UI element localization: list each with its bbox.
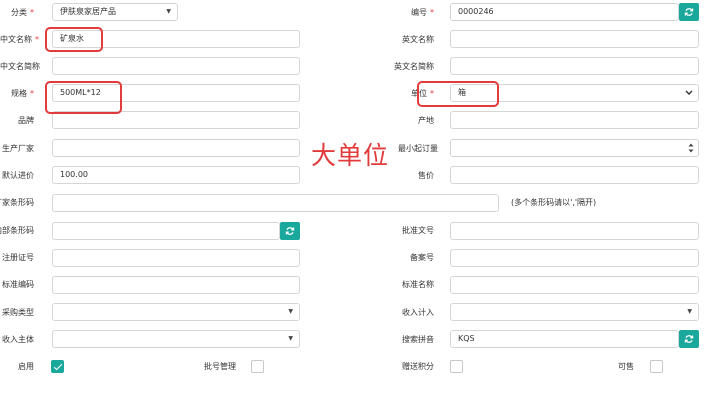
en-short-input[interactable] (450, 57, 699, 75)
sale-price-label: 售价 (418, 171, 434, 180)
category-select[interactable]: 伊肤泉家居产品 ▼ (52, 3, 178, 21)
en-name-input[interactable] (450, 30, 699, 48)
refresh-barcode-button[interactable] (280, 222, 300, 240)
factory-barcode-input[interactable] (52, 194, 499, 212)
code-label: 编号 * (411, 8, 434, 17)
cn-name-label: 中文名称 * (0, 35, 39, 44)
spinner-arrows-icon[interactable] (688, 142, 694, 154)
record-no-input[interactable] (450, 249, 699, 267)
search-pinyin-label: 搜索拼音 (402, 335, 434, 344)
refresh-icon (684, 335, 694, 343)
income-entity-select[interactable]: ▼ (52, 330, 300, 348)
code-input[interactable]: 0000246 (450, 3, 679, 21)
refresh-icon (285, 227, 295, 235)
origin-label: 产地 (418, 116, 434, 125)
income-entity-label: 收入主体 (2, 335, 34, 344)
spec-label: 规格 * (11, 89, 34, 98)
gift-points-label: 赠送积分 (402, 362, 434, 371)
en-short-label: 英文名简称 (394, 62, 434, 71)
internal-barcode-label: 内部条形码 (0, 226, 34, 235)
min-order-input[interactable] (450, 139, 699, 157)
default-price-label: 默认进价 (2, 171, 34, 180)
reg-cert-label: 注册证号 (2, 253, 34, 262)
std-code-label: 标准编码 (2, 280, 34, 289)
std-name-input[interactable] (450, 276, 699, 294)
caret-down-icon: ▼ (288, 335, 293, 342)
highlight-unit (417, 81, 499, 107)
refresh-pinyin-button[interactable] (679, 330, 699, 348)
manufacturer-input[interactable] (52, 139, 300, 157)
manufacturer-label: 生产厂家 (2, 144, 34, 153)
record-no-label: 备案号 (410, 253, 434, 262)
refresh-code-button[interactable] (679, 3, 699, 21)
chevron-down-icon (685, 90, 693, 95)
category-label: 分类 * (11, 8, 34, 17)
caret-down-icon: ▼ (166, 8, 171, 15)
brand-label: 品牌 (18, 116, 34, 125)
purchase-type-label: 采购类型 (2, 308, 34, 317)
batch-checkbox[interactable] (251, 360, 264, 373)
search-pinyin-input[interactable]: KQS (450, 330, 679, 348)
batch-label: 批号管理 (204, 362, 236, 371)
highlight-spec (45, 81, 122, 114)
factory-barcode-label: 厂家条形码 (0, 198, 34, 207)
saleable-label: 可售 (618, 362, 634, 371)
approval-no-input[interactable] (450, 222, 699, 240)
gift-points-checkbox[interactable] (450, 360, 463, 373)
cn-short-input[interactable] (52, 57, 300, 75)
approval-no-label: 批准文号 (402, 226, 434, 235)
income-account-select[interactable]: ▼ (450, 303, 699, 321)
reg-cert-input[interactable] (52, 249, 300, 267)
default-price-input[interactable]: 100.00 (52, 166, 300, 184)
refresh-icon (684, 8, 694, 16)
caret-down-icon: ▼ (288, 308, 293, 315)
enabled-checkbox[interactable] (51, 360, 64, 373)
caret-down-icon: ▼ (687, 308, 692, 315)
internal-barcode-input[interactable] (52, 222, 280, 240)
sale-price-input[interactable] (450, 166, 699, 184)
origin-input[interactable] (450, 111, 699, 129)
saleable-checkbox[interactable] (650, 360, 663, 373)
purchase-type-select[interactable]: ▼ (52, 303, 300, 321)
barcode-hint: (多个条形码请以','隔开) (511, 198, 597, 207)
min-order-label: 最小起订量 (398, 144, 438, 153)
cn-short-label: 中文名简称 (0, 62, 40, 71)
annotation-big-unit: 大单位 (311, 141, 390, 170)
enabled-label: 启用 (18, 362, 34, 371)
en-name-label: 英文名称 (402, 35, 434, 44)
std-name-label: 标准名称 (402, 280, 434, 289)
highlight-cn-name (45, 27, 103, 52)
income-account-label: 收入计入 (402, 308, 434, 317)
std-code-input[interactable] (52, 276, 300, 294)
